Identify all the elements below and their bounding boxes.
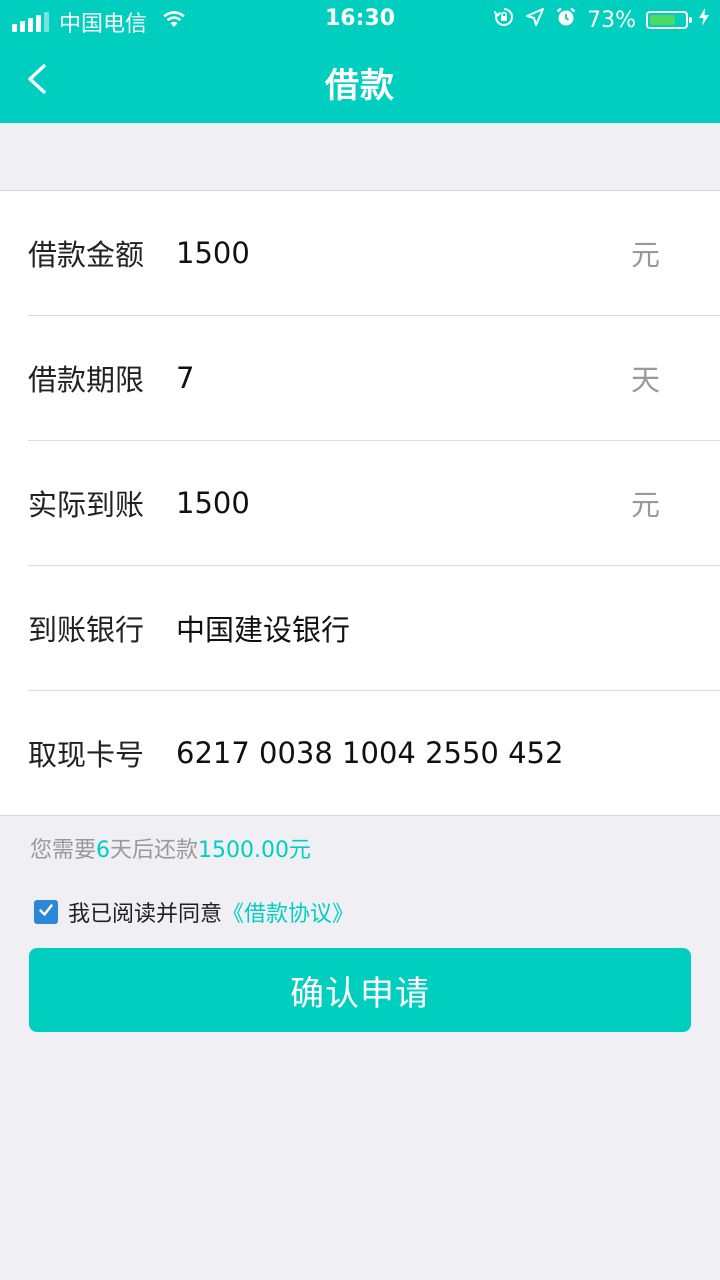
battery-percent: 73% (587, 7, 636, 33)
repayment-note: 您需要6天后还款1500.00元 (30, 832, 311, 864)
form-row-term: 借款期限 7 天 (28, 316, 720, 441)
rotation-lock-icon (493, 6, 515, 34)
form-row-amount: 借款金额 1500 元 (28, 191, 720, 316)
location-icon (525, 7, 545, 33)
term-unit: 天 (630, 363, 660, 397)
battery-icon (646, 11, 692, 29)
app-header: 中国电信 16:30 73% 借款 (0, 0, 720, 123)
form-row-card: 取现卡号 6217 0038 1004 2550 452 (28, 691, 720, 815)
form-row-bank: 到账银行 中国建设银行 (28, 566, 720, 691)
card-number: 6217 0038 1004 2550 452 (176, 736, 564, 770)
confirm-apply-button[interactable]: 确认申请 (29, 948, 691, 1032)
page-title: 借款 (325, 66, 395, 106)
note-amount: 1500.00元 (198, 838, 312, 863)
loan-form: 借款金额 1500 元 借款期限 7 天 实际到账 1500 元 到账银行 中国… (0, 190, 720, 816)
bank-value: 中国建设银行 (176, 613, 351, 647)
note-middle: 天后还款 (110, 838, 199, 863)
received-unit: 元 (630, 488, 660, 522)
note-prefix: 您需要 (30, 838, 97, 863)
charging-icon (698, 7, 710, 33)
amount-label: 借款金额 (28, 238, 145, 272)
bank-label: 到账银行 (28, 613, 145, 647)
received-label: 实际到账 (28, 488, 145, 522)
agreement-row: 我已阅读并同意 《借款协议》 (34, 896, 354, 928)
note-days: 6 (96, 838, 111, 863)
agreement-checkbox[interactable] (34, 900, 58, 924)
amount-unit: 元 (630, 238, 660, 272)
status-bar: 中国电信 16:30 73% (0, 0, 720, 40)
alarm-icon (555, 6, 577, 34)
form-row-received: 实际到账 1500 元 (28, 441, 720, 566)
term-label: 借款期限 (28, 363, 145, 397)
card-label: 取现卡号 (28, 738, 145, 772)
status-right: 73% (493, 6, 710, 34)
agreement-text: 我已阅读并同意 (68, 902, 223, 927)
agreement-link[interactable]: 《借款协议》 (222, 896, 354, 928)
checkmark-icon (37, 900, 55, 925)
